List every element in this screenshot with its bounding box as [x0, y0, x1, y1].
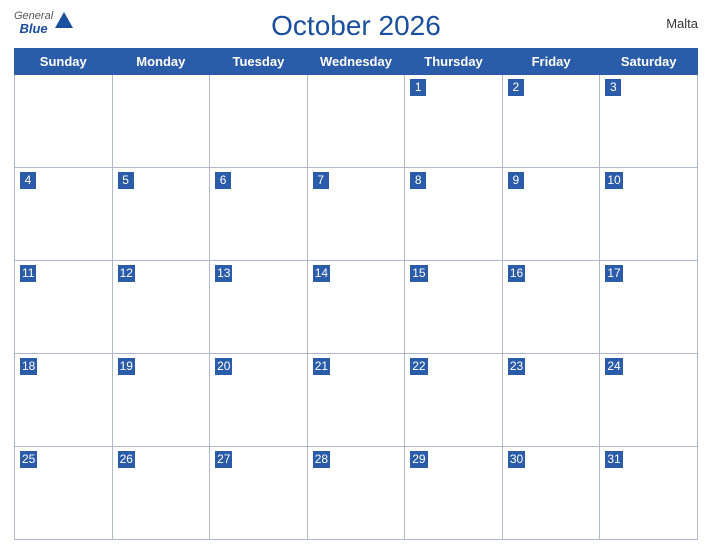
calendar-cell-0-0 [15, 75, 113, 168]
calendar-title: October 2026 [271, 10, 441, 42]
day-number-11: 11 [20, 265, 36, 282]
calendar-cell-2-6: 17 [600, 261, 698, 354]
header-saturday: Saturday [600, 49, 698, 75]
calendar-cell-0-1 [112, 75, 210, 168]
calendar-cell-3-1: 19 [112, 354, 210, 447]
day-number-18: 18 [20, 358, 37, 375]
day-number-3: 3 [605, 79, 621, 96]
calendar-week-3: 11 12 13 14 15 16 17 [15, 261, 698, 354]
calendar-cell-4-1: 26 [112, 447, 210, 540]
calendar-container: General Blue October 2026 Malta Sunday M… [0, 0, 712, 550]
calendar-week-1: 1 2 3 [15, 75, 698, 168]
day-number-29: 29 [410, 451, 427, 468]
day-number-23: 23 [508, 358, 525, 375]
header-friday: Friday [502, 49, 600, 75]
day-number-14: 14 [313, 265, 330, 282]
calendar-cell-4-2: 27 [210, 447, 308, 540]
day-number-12: 12 [118, 265, 135, 282]
calendar-cell-4-0: 25 [15, 447, 113, 540]
day-number-2: 2 [508, 79, 524, 96]
calendar-cell-0-3 [307, 75, 405, 168]
calendar-cell-1-1: 5 [112, 168, 210, 261]
calendar-cell-4-6: 31 [600, 447, 698, 540]
calendar-header: General Blue October 2026 Malta [14, 10, 698, 42]
weekday-header-row: Sunday Monday Tuesday Wednesday Thursday… [15, 49, 698, 75]
day-number-15: 15 [410, 265, 427, 282]
day-number-7: 7 [313, 172, 329, 189]
calendar-cell-2-0: 11 [15, 261, 113, 354]
calendar-cell-0-5: 2 [502, 75, 600, 168]
day-number-21: 21 [313, 358, 330, 375]
calendar-cell-3-5: 23 [502, 354, 600, 447]
calendar-cell-3-4: 22 [405, 354, 503, 447]
day-number-9: 9 [508, 172, 524, 189]
calendar-cell-4-4: 29 [405, 447, 503, 540]
calendar-week-2: 4 5 6 7 8 9 10 [15, 168, 698, 261]
logo-triangle-icon [55, 12, 73, 28]
day-number-8: 8 [410, 172, 426, 189]
day-number-26: 26 [118, 451, 135, 468]
calendar-cell-3-6: 24 [600, 354, 698, 447]
day-number-22: 22 [410, 358, 427, 375]
calendar-cell-1-0: 4 [15, 168, 113, 261]
calendar-cell-0-4: 1 [405, 75, 503, 168]
day-number-16: 16 [508, 265, 525, 282]
day-number-27: 27 [215, 451, 232, 468]
calendar-cell-1-2: 6 [210, 168, 308, 261]
calendar-cell-4-5: 30 [502, 447, 600, 540]
header-wednesday: Wednesday [307, 49, 405, 75]
day-number-10: 10 [605, 172, 622, 189]
logo: General Blue [14, 10, 73, 36]
calendar-cell-3-0: 18 [15, 354, 113, 447]
calendar-cell-2-5: 16 [502, 261, 600, 354]
day-number-5: 5 [118, 172, 134, 189]
day-number-4: 4 [20, 172, 36, 189]
day-number-19: 19 [118, 358, 135, 375]
calendar-cell-1-3: 7 [307, 168, 405, 261]
calendar-body: 1234567891011121314151617181920212223242… [15, 75, 698, 540]
day-number-31: 31 [605, 451, 622, 468]
calendar-cell-1-6: 10 [600, 168, 698, 261]
day-number-20: 20 [215, 358, 232, 375]
header-sunday: Sunday [15, 49, 113, 75]
calendar-cell-3-2: 20 [210, 354, 308, 447]
calendar-country: Malta [666, 16, 698, 31]
calendar-cell-2-2: 13 [210, 261, 308, 354]
calendar-cell-0-2 [210, 75, 308, 168]
day-number-17: 17 [605, 265, 622, 282]
day-number-25: 25 [20, 451, 37, 468]
day-number-30: 30 [508, 451, 525, 468]
calendar-cell-1-5: 9 [502, 168, 600, 261]
calendar-cell-4-3: 28 [307, 447, 405, 540]
calendar-cell-0-6: 3 [600, 75, 698, 168]
day-number-6: 6 [215, 172, 231, 189]
header-monday: Monday [112, 49, 210, 75]
day-number-13: 13 [215, 265, 232, 282]
day-number-28: 28 [313, 451, 330, 468]
calendar-week-4: 18 19 20 21 22 23 24 [15, 354, 698, 447]
calendar-week-5: 25 26 27 28 29 30 31 [15, 447, 698, 540]
logo-blue-text: Blue [19, 22, 47, 36]
calendar-cell-3-3: 21 [307, 354, 405, 447]
day-number-1: 1 [410, 79, 426, 96]
header-tuesday: Tuesday [210, 49, 308, 75]
calendar-cell-2-1: 12 [112, 261, 210, 354]
day-number-24: 24 [605, 358, 622, 375]
header-thursday: Thursday [405, 49, 503, 75]
calendar-table: Sunday Monday Tuesday Wednesday Thursday… [14, 48, 698, 540]
calendar-cell-1-4: 8 [405, 168, 503, 261]
calendar-cell-2-3: 14 [307, 261, 405, 354]
calendar-cell-2-4: 15 [405, 261, 503, 354]
